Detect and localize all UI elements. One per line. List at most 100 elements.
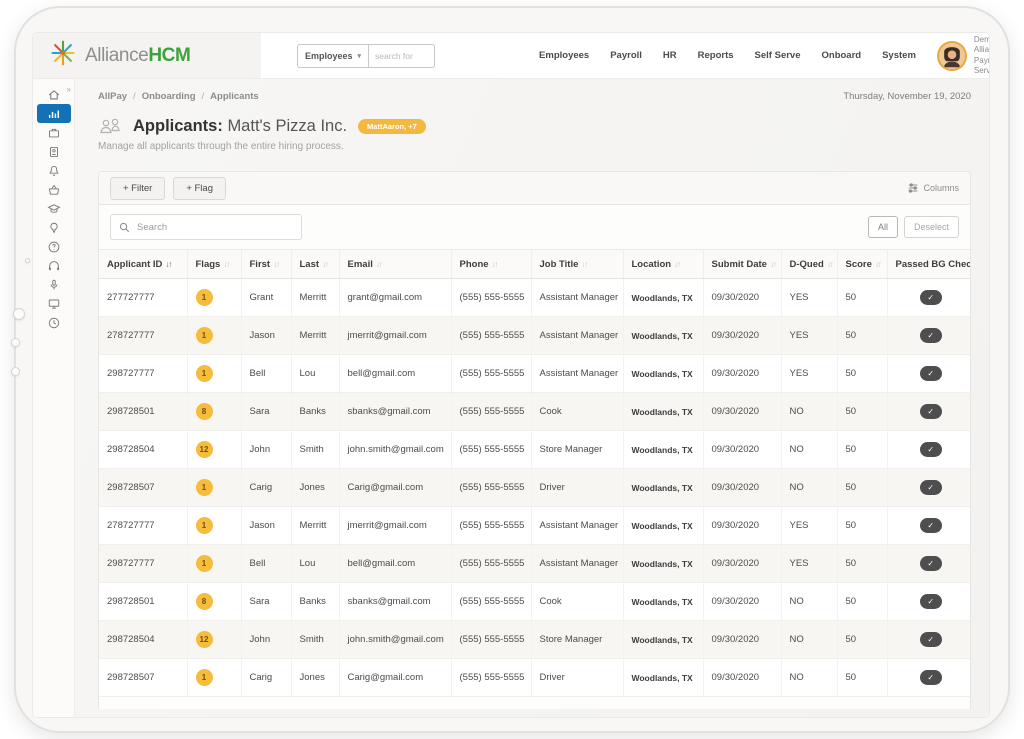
cell-flags: 12 [187,431,241,469]
table-row[interactable]: 2777277771GrantMerrittgrant@gmail.com(55… [99,279,971,317]
column-header-location[interactable]: Location↓↑ [623,250,703,279]
sidebar-item-briefcase[interactable] [37,123,71,142]
app-screen: AllianceHCM Employees ▾ Employees Payroll… [32,32,990,718]
columns-icon [907,182,919,194]
sidebar-item-lightbulb[interactable] [37,218,71,237]
sidebar-item-bell[interactable] [37,161,71,180]
cell-submit-date: 09/30/2020 [703,317,781,355]
cell-d-qued: NO [781,621,837,659]
sidebar-item-home[interactable] [37,85,71,104]
column-header-last[interactable]: Last↓↑ [291,250,339,279]
cell-location: Woodlands, TX [623,317,703,355]
cell-location: Woodlands, TX [623,355,703,393]
sidebar-item-microphone[interactable] [37,275,71,294]
column-label: Submit Date [712,259,767,270]
column-header-first[interactable]: First↓↑ [241,250,291,279]
sort-arrows-icon: ↓↑ [581,259,587,269]
table-row[interactable]: 2987285071CarigJonesCarig@gmail.com(555)… [99,659,971,697]
logo-snowflake-icon [49,39,77,72]
cell-email: bell@gmail.com [339,355,451,393]
table-row[interactable]: 2987285018SaraBankssbanks@gmail.com(555)… [99,393,971,431]
top-bar: AllianceHCM Employees ▾ Employees Payroll… [33,33,989,79]
global-search-input[interactable] [369,44,435,68]
sidebar-item-analytics[interactable] [37,104,71,123]
cell-job-title: Assistant Manager [531,279,623,317]
select-all-button[interactable]: All [868,216,898,238]
flag-count-badge: 8 [196,593,213,610]
app-logo[interactable]: AllianceHCM [33,33,261,78]
column-header-score[interactable]: Score↓↑ [837,250,887,279]
table-search-input[interactable] [137,222,293,233]
column-header-flags[interactable]: Flags↓↑ [187,250,241,279]
cell-applicant-id: 298728504 [99,621,187,659]
table-row[interactable]: 2987285018SaraBankssbanks@gmail.com(555)… [99,583,971,621]
sort-arrows-icon: ↓↑ [674,259,680,269]
bg-check-passed-icon: ✓ [920,442,942,457]
add-flag-button[interactable]: + Flag [173,177,226,200]
cell-applicant-id: 298728507 [99,469,187,507]
chevron-down-icon: ▾ [358,52,362,60]
cell-submit-date: 09/30/2020 [703,355,781,393]
sidebar-item-basket[interactable] [37,180,71,199]
cell-location: Woodlands, TX [623,621,703,659]
sidebar-item-id-badge[interactable] [37,142,71,161]
deselect-button[interactable]: Deselect [904,216,959,238]
nav-reports[interactable]: Reports [698,50,734,61]
table-row[interactable]: 2987277771BellLoubell@gmail.com(555) 555… [99,545,971,583]
table-row[interactable]: 2787277771JasonMerrittjmerrit@gmail.com(… [99,507,971,545]
column-label: Job Title [540,259,579,270]
flag-count-badge: 1 [196,555,213,572]
nav-employees[interactable]: Employees [539,50,589,61]
cell-passed-bg-check: ✓ [887,317,971,355]
breadcrumb-item-applicants[interactable]: Applicants [210,91,259,102]
cell-location: Woodlands, TX [623,507,703,545]
cell-flags: 1 [187,355,241,393]
column-header-email[interactable]: Email↓↑ [339,250,451,279]
table-row[interactable]: 2987277771BellLoubell@gmail.com(555) 555… [99,355,971,393]
sidebar-item-headset[interactable] [37,256,71,275]
cell-email: john.smith@gmail.com [339,621,451,659]
nav-system[interactable]: System [882,50,916,61]
column-header-job-title[interactable]: Job Title↓↑ [531,250,623,279]
nav-payroll[interactable]: Payroll [610,50,642,61]
column-header-d-qued[interactable]: D-Qued↓↑ [781,250,837,279]
sort-arrows-icon: ↓↑ [875,259,881,269]
sidebar-expand-icon[interactable]: » [67,85,71,94]
columns-button[interactable]: Columns [907,182,959,194]
tablet-volume-down-button [11,367,20,376]
table-row[interactable]: 29872850412JohnSmithjohn.smith@gmail.com… [99,431,971,469]
cell-last-name: Jones [291,469,339,507]
cell-passed-bg-check: ✓ [887,583,971,621]
cell-phone: (555) 555-5555 [451,545,531,583]
column-header-phone[interactable]: Phone↓↑ [451,250,531,279]
breadcrumb-item-allpay[interactable]: AllPay [98,91,127,102]
sidebar-item-monitor[interactable] [37,294,71,313]
cell-applicant-id: 298728501 [99,583,187,621]
nav-self-serve[interactable]: Self Serve [755,50,801,61]
sidebar-item-clock[interactable] [37,313,71,332]
cell-email: bell@gmail.com [339,545,451,583]
breadcrumb-item-onboarding[interactable]: Onboarding [142,91,196,102]
cell-phone: (555) 555-5555 [451,317,531,355]
table-row[interactable]: 29872850412JohnSmithjohn.smith@gmail.com… [99,621,971,659]
cell-submit-date: 09/30/2020 [703,621,781,659]
cell-location: Woodlands, TX [623,659,703,697]
add-filter-button[interactable]: + Filter [110,177,165,200]
sidebar-item-graduation-cap[interactable] [37,199,71,218]
cell-location: Woodlands, TX [623,469,703,507]
cell-location: Woodlands, TX [623,393,703,431]
column-header-submit-date[interactable]: Submit Date↓↑ [703,250,781,279]
nav-hr[interactable]: HR [663,50,677,61]
table-row[interactable]: 2987285071CarigJonesCarig@gmail.com(555)… [99,469,971,507]
cell-first-name: Jason [241,317,291,355]
cell-flags: 1 [187,545,241,583]
column-header-applicant-id[interactable]: Applicant ID↓↑ [99,250,187,279]
cell-job-title: Cook [531,583,623,621]
user-menu[interactable]: Demo - AlliancePayroll Services ▾ [937,35,990,77]
cell-first-name: Carig [241,659,291,697]
table-row[interactable]: 2787277771JasonMerrittjmerrit@gmail.com(… [99,317,971,355]
nav-onboard[interactable]: Onboard [822,50,862,61]
location-filter-badge[interactable]: MattAaron, +7 [358,119,426,134]
search-scope-select[interactable]: Employees ▾ [297,44,369,68]
sidebar-item-help[interactable] [37,237,71,256]
